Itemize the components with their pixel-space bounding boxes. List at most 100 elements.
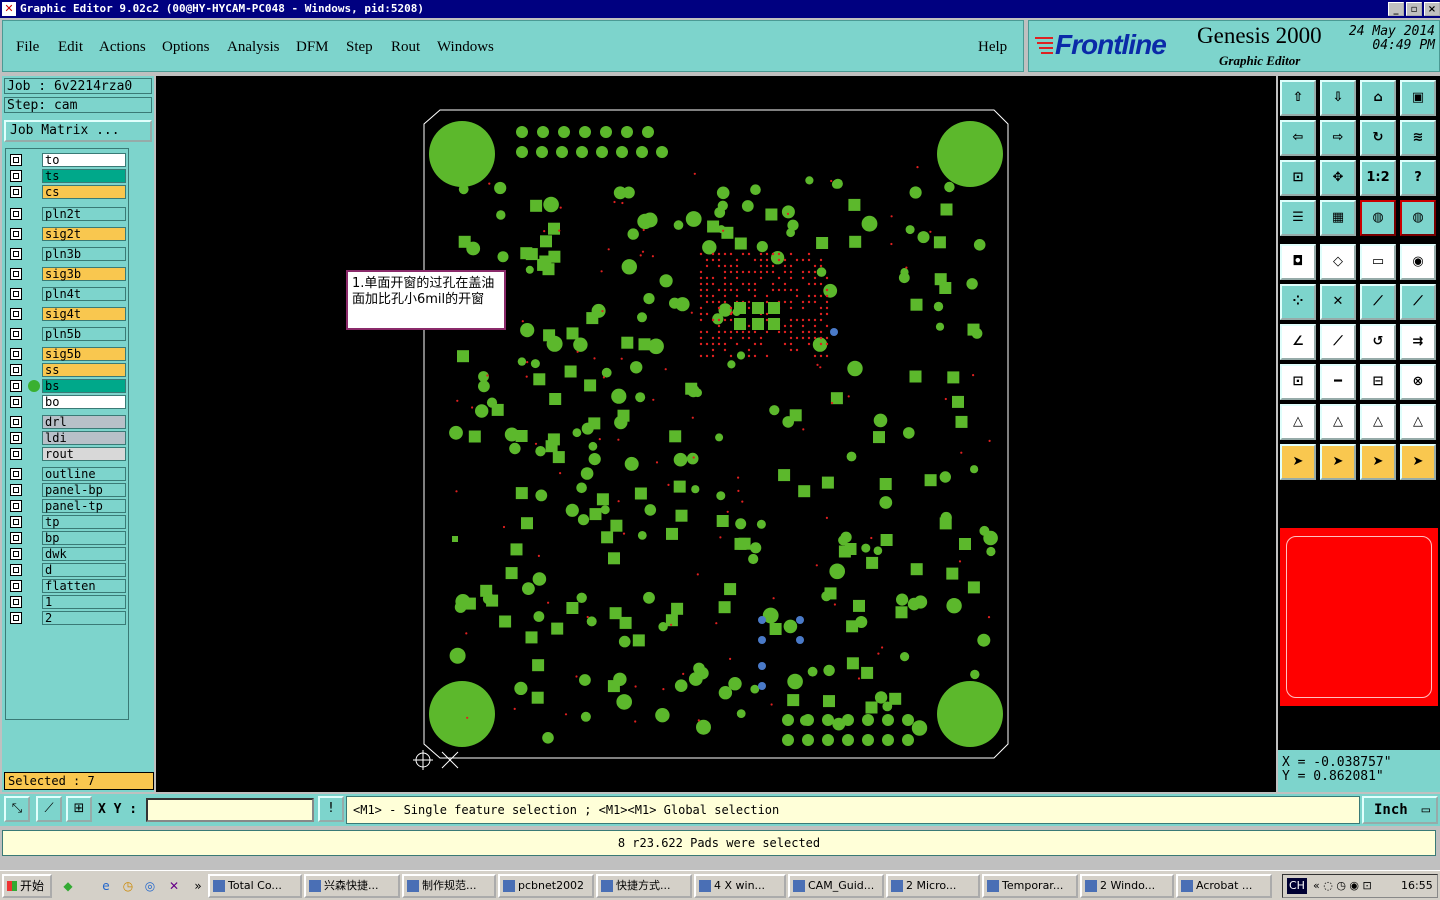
language-indicator[interactable]: CH — [1287, 878, 1307, 894]
pad[interactable] — [816, 267, 827, 277]
pad[interactable] — [522, 582, 535, 595]
pad[interactable] — [902, 714, 914, 726]
pad[interactable] — [823, 664, 835, 677]
via[interactable] — [741, 330, 745, 334]
pad[interactable] — [635, 392, 646, 403]
pad[interactable] — [530, 359, 540, 369]
via[interactable] — [705, 282, 709, 286]
smd-pad[interactable] — [610, 519, 623, 532]
pad[interactable] — [644, 504, 657, 516]
via[interactable] — [729, 330, 733, 334]
via[interactable] — [723, 270, 727, 274]
smd-pad[interactable] — [515, 430, 528, 442]
pad[interactable] — [691, 485, 700, 494]
pad[interactable] — [907, 597, 921, 611]
via[interactable] — [789, 306, 793, 310]
smd-pad[interactable] — [480, 584, 493, 597]
via[interactable] — [813, 276, 817, 280]
smd-pad[interactable] — [924, 474, 937, 487]
smd-pad[interactable] — [505, 567, 518, 580]
toolbox-10-icon[interactable]: 1:2 — [1360, 160, 1396, 196]
via[interactable] — [753, 342, 757, 346]
via[interactable] — [723, 294, 727, 298]
smd-pad[interactable] — [549, 393, 562, 405]
pad[interactable] — [573, 337, 588, 352]
smd-pad[interactable] — [787, 694, 800, 707]
menu-dfm[interactable]: DFM — [296, 39, 329, 56]
via[interactable] — [801, 270, 805, 274]
via[interactable] — [711, 336, 715, 340]
via[interactable] — [639, 254, 642, 257]
via[interactable] — [825, 306, 829, 310]
via[interactable] — [813, 336, 817, 340]
pad[interactable] — [979, 525, 990, 536]
smd-pad[interactable] — [947, 371, 960, 384]
via[interactable] — [771, 264, 775, 268]
pad[interactable] — [829, 563, 845, 580]
via[interactable] — [735, 258, 739, 262]
via[interactable] — [870, 536, 873, 540]
via[interactable] — [621, 201, 624, 205]
via[interactable] — [747, 288, 751, 292]
via[interactable] — [759, 276, 763, 280]
smd-pad[interactable] — [586, 312, 599, 325]
pad[interactable] — [688, 672, 703, 686]
toolbox-6-icon[interactable]: ↻ — [1360, 120, 1396, 156]
via[interactable] — [600, 270, 603, 273]
pad[interactable] — [840, 531, 852, 543]
pad[interactable] — [497, 251, 509, 263]
bga-pad[interactable] — [734, 302, 746, 314]
pad[interactable] — [656, 146, 668, 158]
smd-pad[interactable] — [861, 666, 874, 679]
via[interactable] — [729, 270, 733, 274]
via[interactable] — [825, 300, 829, 304]
layer-row[interactable]: 1 — [6, 595, 128, 609]
pad[interactable] — [756, 519, 766, 529]
via[interactable] — [801, 330, 805, 334]
layer-name[interactable]: bp — [42, 531, 126, 545]
layer-checkbox[interactable] — [10, 516, 22, 528]
via[interactable] — [717, 258, 721, 262]
via[interactable] — [753, 258, 757, 262]
via[interactable] — [958, 560, 962, 563]
via[interactable] — [813, 270, 817, 274]
via[interactable] — [807, 270, 811, 274]
pad[interactable] — [847, 360, 863, 377]
layer-checkbox[interactable] — [10, 612, 22, 624]
via[interactable] — [534, 442, 538, 445]
via[interactable] — [717, 306, 721, 310]
smd-pad[interactable] — [940, 203, 953, 216]
pad[interactable] — [782, 714, 794, 726]
via[interactable] — [819, 312, 823, 316]
smd-pad[interactable] — [463, 597, 476, 610]
clock-icon[interactable]: ◷ — [120, 878, 136, 894]
toolbox-35-icon[interactable]: △ — [1400, 404, 1436, 440]
via[interactable] — [807, 252, 811, 256]
via[interactable] — [801, 300, 805, 304]
layer-name[interactable]: dwk — [42, 547, 126, 561]
via[interactable] — [789, 270, 793, 274]
taskbar-button[interactable]: 快捷方式... — [596, 874, 692, 898]
pad[interactable] — [807, 666, 818, 677]
via[interactable] — [825, 336, 829, 340]
via[interactable] — [655, 461, 659, 464]
pad[interactable] — [588, 453, 601, 466]
selected-pad[interactable] — [830, 328, 838, 336]
pad[interactable] — [542, 732, 554, 744]
toolbox-19-icon[interactable]: ◉ — [1400, 244, 1436, 280]
via[interactable] — [711, 348, 715, 352]
smd-pad[interactable] — [910, 298, 923, 311]
via[interactable] — [772, 597, 775, 600]
via[interactable] — [807, 330, 811, 334]
pad[interactable] — [750, 184, 761, 195]
via[interactable] — [723, 348, 727, 352]
toolbox-34-icon[interactable]: △ — [1360, 404, 1396, 440]
taskbar-button[interactable]: Total Co... — [208, 874, 302, 898]
menu-help[interactable]: Help — [978, 39, 1007, 56]
bga-pad[interactable] — [768, 302, 780, 314]
pad[interactable] — [917, 231, 930, 244]
layer-row[interactable]: rout — [6, 447, 128, 461]
smd-pad[interactable] — [537, 258, 550, 271]
via[interactable] — [819, 366, 822, 369]
smd-pad[interactable] — [530, 199, 543, 212]
